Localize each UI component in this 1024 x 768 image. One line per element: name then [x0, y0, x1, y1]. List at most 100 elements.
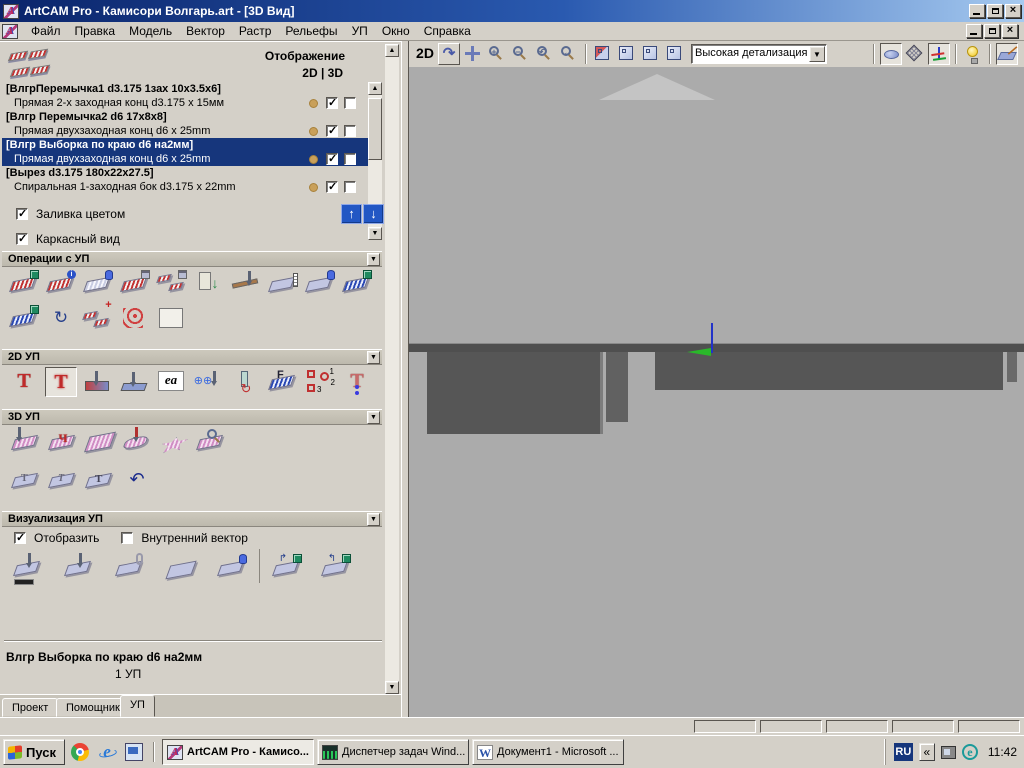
shaded-relief-icon[interactable] — [880, 43, 902, 65]
menu-reliefs[interactable]: Рельефы — [278, 22, 344, 40]
z-level-roughing-icon[interactable] — [84, 427, 116, 457]
profile-toolpath-icon[interactable]: T — [8, 367, 40, 397]
toolpath-row[interactable]: Спиральная 1-заходная бок d3.175 x 22mm — [2, 180, 368, 194]
move-toolpath-up-button[interactable]: ↑ — [341, 204, 362, 224]
batch-calculate-icon[interactable] — [156, 269, 188, 299]
start-button[interactable]: Пуск — [3, 739, 65, 765]
child-minimize-button[interactable] — [966, 24, 982, 38]
bevel-carving-toolpath-icon[interactable] — [119, 367, 151, 397]
inlay-toolpath-icon[interactable]: T — [341, 367, 373, 397]
machine-vectors-on-relief-icon[interactable]: Ч — [47, 427, 79, 457]
simulate-all-toolpaths-icon[interactable] — [114, 553, 146, 583]
relief-toolpath-icon-1[interactable]: T — [10, 465, 42, 495]
toolpath-info-icon[interactable]: i — [45, 269, 77, 299]
tab-toolpaths[interactable]: УП — [120, 695, 155, 717]
scroll-up-icon[interactable]: ▲ — [368, 82, 382, 95]
document-icon[interactable] — [2, 24, 18, 39]
artcam-app-icon[interactable] — [3, 4, 19, 19]
merge-toolpaths-icon[interactable]: + — [82, 304, 114, 334]
delete-toolpath-icon[interactable] — [304, 269, 336, 299]
simulate-fast-icon[interactable] — [63, 553, 95, 583]
restore-button[interactable] — [987, 4, 1003, 18]
menu-vector[interactable]: Вектор — [179, 22, 232, 40]
scroll-up-icon[interactable]: ▲ — [385, 44, 399, 57]
vcarve-toolpath-icon[interactable] — [82, 367, 114, 397]
menu-help[interactable]: Справка — [417, 22, 478, 40]
show-desktop-icon[interactable] — [125, 743, 143, 761]
menu-edit[interactable]: Правка — [68, 22, 123, 40]
view-along-z-icon[interactable] — [664, 43, 686, 65]
relief-toolpath-icon-3[interactable]: T — [84, 465, 116, 495]
section-3d-toolpaths[interactable]: 3D УП ▼ — [2, 409, 382, 425]
menu-window[interactable]: Окно — [375, 22, 417, 40]
pan-view-icon[interactable] — [462, 43, 484, 65]
zoom-out-icon[interactable]: − — [510, 43, 532, 65]
toolpath-notes-icon[interactable]: ↓ — [193, 269, 225, 299]
lighting-icon[interactable] — [962, 43, 984, 65]
toolpath-row[interactable]: Прямая 2-х заходная конц d3.175 x 15мм — [2, 96, 368, 110]
section-collapse-icon[interactable]: ▼ — [367, 513, 380, 526]
child-close-button[interactable]: × — [1002, 24, 1018, 38]
toolpath-group-row[interactable]: [ВлгрПеремычка1 d3.175 1зах 10x3.5x6] — [2, 82, 368, 96]
display-settings-tray-icon[interactable] — [941, 746, 956, 759]
wireframe-texture-icon[interactable] — [904, 43, 926, 65]
close-button[interactable]: × — [1005, 4, 1021, 18]
show-simulation-checkbox[interactable] — [14, 532, 26, 544]
chrome-icon[interactable] — [71, 743, 89, 761]
show-2d-checkbox[interactable] — [326, 125, 338, 137]
scroll-down-icon[interactable]: ▼ — [368, 227, 382, 240]
toolpath-group-row[interactable]: [Влгр Перемычка2 d6 17x8x8] — [2, 110, 368, 124]
machine-relief-icon[interactable] — [10, 427, 42, 457]
delete-simulation-icon[interactable] — [216, 553, 248, 583]
show-origin-axes-icon[interactable] — [928, 43, 950, 65]
taskbar-item-word[interactable]: W Документ1 - Microsoft ... — [472, 739, 624, 765]
undo-icon[interactable]: ↶ — [121, 465, 153, 495]
tray-e-icon[interactable]: e — [962, 744, 978, 760]
internet-explorer-icon[interactable]: e — [98, 743, 116, 761]
menu-model[interactable]: Модель — [122, 22, 179, 40]
scroll-down-icon[interactable]: ▼ — [385, 681, 399, 694]
fill-color-checkbox[interactable] — [16, 208, 28, 220]
section-collapse-icon[interactable]: ▼ — [367, 411, 380, 424]
tab-assistant[interactable]: Помощник — [56, 698, 130, 717]
engrave-text-icon[interactable]: ea — [156, 367, 188, 397]
zoom-previous-icon[interactable]: ↶ — [534, 43, 556, 65]
area-clearance-toolpath-icon[interactable]: T — [45, 367, 77, 397]
toolpath-group-row-selected[interactable]: [Влгр Выборка по краю d6 на2мм] — [2, 138, 368, 152]
new-simulation-block-icon[interactable] — [165, 553, 197, 583]
section-visualization[interactable]: Визуализация УП ▼ — [2, 511, 382, 527]
show-3d-checkbox[interactable] — [344, 153, 356, 165]
child-restore-button[interactable] — [984, 24, 1000, 38]
inner-vector-checkbox[interactable] — [121, 532, 133, 544]
3d-rest-machining-icon[interactable] — [121, 427, 153, 457]
feature-machining-icon[interactable]: F — [267, 367, 299, 397]
copy-toolpath-icon[interactable] — [82, 269, 114, 299]
nest-toolpaths-icon[interactable] — [119, 304, 151, 334]
simulate-toolpath-icon[interactable] — [12, 553, 44, 583]
menu-toolpaths[interactable]: УП — [345, 22, 375, 40]
block-size-icon[interactable] — [267, 269, 299, 299]
save-toolpath-as-icon[interactable] — [8, 304, 40, 334]
relief-toolpath-icon-2[interactable]: T — [47, 465, 79, 495]
rotary-machining-icon[interactable]: ↻ — [230, 367, 262, 397]
drill-holes-icon[interactable]: ⊕⊕ — [193, 367, 225, 397]
section-operations[interactable]: Операции с УП ▼ — [2, 251, 382, 267]
wireframe-view-checkbox[interactable] — [16, 233, 28, 245]
machining-order-icon[interactable]: 123 — [304, 367, 336, 397]
color-shade-relief-icon[interactable] — [996, 43, 1018, 65]
3d-view-canvas[interactable] — [409, 67, 1024, 717]
zoom-extents-icon[interactable]: ↔ — [558, 43, 580, 65]
show-2d-checkbox[interactable] — [326, 181, 338, 193]
machine-region-icon[interactable] — [158, 427, 190, 457]
tab-project[interactable]: Проект — [2, 698, 58, 717]
load-simulation-icon[interactable]: ↰ — [320, 553, 352, 583]
save-simulation-icon[interactable]: ↱ — [271, 553, 303, 583]
view-along-x-icon[interactable] — [616, 43, 638, 65]
view-along-y-icon[interactable] — [640, 43, 662, 65]
calculate-toolpath-icon[interactable] — [119, 269, 151, 299]
menu-file[interactable]: Файл — [24, 22, 68, 40]
taskbar-item-task-manager[interactable]: Диспетчер задач Wind... — [317, 739, 469, 765]
move-toolpath-down-button[interactable]: ↓ — [363, 204, 384, 224]
simulation-preview-icon[interactable] — [195, 427, 227, 457]
section-collapse-icon[interactable]: ▼ — [367, 253, 380, 266]
